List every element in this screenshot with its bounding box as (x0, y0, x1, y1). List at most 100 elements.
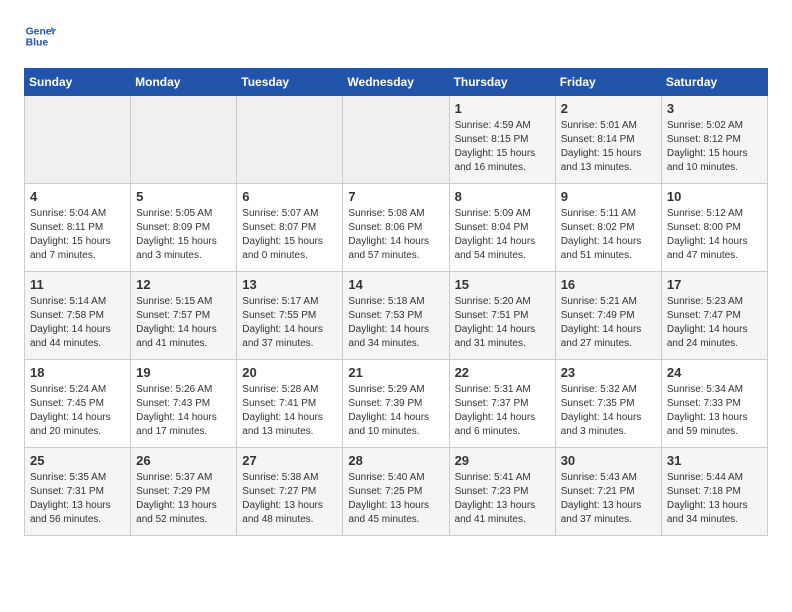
day-info: Sunrise: 5:40 AM Sunset: 7:25 PM Dayligh… (348, 471, 443, 527)
calendar-week-row: 25 Sunrise: 5:35 AM Sunset: 7:31 PM Dayli… (25, 448, 768, 536)
day-info: Sunrise: 5:02 AM Sunset: 8:12 PM Dayligh… (667, 119, 762, 175)
day-number: 12 (136, 277, 231, 292)
day-number: 11 (30, 277, 125, 292)
day-number: 25 (30, 453, 125, 468)
calendar-cell: 21 Sunrise: 5:29 AM Sunset: 7:39 PM Dayli… (343, 360, 449, 448)
calendar-week-row: 18 Sunrise: 5:24 AM Sunset: 7:45 PM Dayli… (25, 360, 768, 448)
calendar-cell (343, 96, 449, 184)
day-info: Sunrise: 5:20 AM Sunset: 7:51 PM Dayligh… (455, 295, 550, 351)
day-info: Sunrise: 5:26 AM Sunset: 7:43 PM Dayligh… (136, 383, 231, 439)
calendar-cell (131, 96, 237, 184)
calendar-cell: 7 Sunrise: 5:08 AM Sunset: 8:06 PM Daylig… (343, 184, 449, 272)
day-info: Sunrise: 5:23 AM Sunset: 7:47 PM Dayligh… (667, 295, 762, 351)
day-number: 4 (30, 189, 125, 204)
calendar-cell: 5 Sunrise: 5:05 AM Sunset: 8:09 PM Daylig… (131, 184, 237, 272)
day-number: 28 (348, 453, 443, 468)
calendar-week-row: 1 Sunrise: 4:59 AM Sunset: 8:15 PM Daylig… (25, 96, 768, 184)
day-number: 7 (348, 189, 443, 204)
day-number: 9 (561, 189, 656, 204)
calendar-cell: 17 Sunrise: 5:23 AM Sunset: 7:47 PM Dayli… (661, 272, 767, 360)
day-info: Sunrise: 5:15 AM Sunset: 7:57 PM Dayligh… (136, 295, 231, 351)
calendar-cell: 30Sunrise: 5:43 AM Sunset: 7:21 PM Dayli… (555, 448, 661, 536)
calendar-cell: 13 Sunrise: 5:17 AM Sunset: 7:55 PM Dayli… (237, 272, 343, 360)
day-info: Sunrise: 5:04 AM Sunset: 8:11 PM Dayligh… (30, 207, 125, 263)
day-info: Sunrise: 5:34 AM Sunset: 7:33 PM Dayligh… (667, 383, 762, 439)
day-info: Sunrise: 5:11 AM Sunset: 8:02 PM Dayligh… (561, 207, 656, 263)
day-number: 24 (667, 365, 762, 380)
logo-icon: General Blue (24, 20, 56, 52)
day-info: Sunrise: 5:24 AM Sunset: 7:45 PM Dayligh… (30, 383, 125, 439)
calendar-cell: 11 Sunrise: 5:14 AM Sunset: 7:58 PM Dayli… (25, 272, 131, 360)
day-info: Sunrise: 5:18 AM Sunset: 7:53 PM Dayligh… (348, 295, 443, 351)
day-number: 26 (136, 453, 231, 468)
calendar-table: SundayMondayTuesdayWednesdayThursdayFrid… (24, 68, 768, 536)
calendar-cell: 19 Sunrise: 5:26 AM Sunset: 7:43 PM Dayli… (131, 360, 237, 448)
day-number: 1 (455, 101, 550, 116)
day-info: Sunrise: 5:38 AM Sunset: 7:27 PM Dayligh… (242, 471, 337, 527)
day-info: Sunrise: 5:41 AM Sunset: 7:23 PM Dayligh… (455, 471, 550, 527)
day-number: 29 (455, 453, 550, 468)
calendar-cell: 15Sunrise: 5:20 AM Sunset: 7:51 PM Dayli… (449, 272, 555, 360)
day-info: Sunrise: 4:59 AM Sunset: 8:15 PM Dayligh… (455, 119, 550, 175)
calendar-week-row: 11 Sunrise: 5:14 AM Sunset: 7:58 PM Dayli… (25, 272, 768, 360)
page-header: General Blue (24, 20, 768, 52)
calendar-cell: 22 Sunrise: 5:31 AM Sunset: 7:37 PM Dayli… (449, 360, 555, 448)
day-number: 31 (667, 453, 762, 468)
calendar-cell: 28 Sunrise: 5:40 AM Sunset: 7:25 PM Dayli… (343, 448, 449, 536)
svg-text:Blue: Blue (26, 38, 49, 49)
calendar-cell: 1 Sunrise: 4:59 AM Sunset: 8:15 PM Daylig… (449, 96, 555, 184)
calendar-cell: 12 Sunrise: 5:15 AM Sunset: 7:57 PM Dayli… (131, 272, 237, 360)
calendar-cell: 31 Sunrise: 5:44 AM Sunset: 7:18 PM Dayli… (661, 448, 767, 536)
day-number: 20 (242, 365, 337, 380)
day-info: Sunrise: 5:08 AM Sunset: 8:06 PM Dayligh… (348, 207, 443, 263)
calendar-cell: 10Sunrise: 5:12 AM Sunset: 8:00 PM Dayli… (661, 184, 767, 272)
day-info: Sunrise: 5:44 AM Sunset: 7:18 PM Dayligh… (667, 471, 762, 527)
day-number: 18 (30, 365, 125, 380)
calendar-cell: 23 Sunrise: 5:32 AM Sunset: 7:35 PM Dayli… (555, 360, 661, 448)
weekday-header: Monday (131, 69, 237, 96)
day-number: 2 (561, 101, 656, 116)
calendar-cell: 2 Sunrise: 5:01 AM Sunset: 8:14 PM Daylig… (555, 96, 661, 184)
day-number: 6 (242, 189, 337, 204)
day-info: Sunrise: 5:05 AM Sunset: 8:09 PM Dayligh… (136, 207, 231, 263)
day-info: Sunrise: 5:14 AM Sunset: 7:58 PM Dayligh… (30, 295, 125, 351)
day-info: Sunrise: 5:29 AM Sunset: 7:39 PM Dayligh… (348, 383, 443, 439)
day-info: Sunrise: 5:32 AM Sunset: 7:35 PM Dayligh… (561, 383, 656, 439)
day-number: 19 (136, 365, 231, 380)
calendar-cell (237, 96, 343, 184)
day-number: 13 (242, 277, 337, 292)
calendar-cell: 14 Sunrise: 5:18 AM Sunset: 7:53 PM Dayli… (343, 272, 449, 360)
day-info: Sunrise: 5:35 AM Sunset: 7:31 PM Dayligh… (30, 471, 125, 527)
calendar-week-row: 4 Sunrise: 5:04 AM Sunset: 8:11 PM Daylig… (25, 184, 768, 272)
calendar-cell: 24 Sunrise: 5:34 AM Sunset: 7:33 PM Dayli… (661, 360, 767, 448)
day-info: Sunrise: 5:12 AM Sunset: 8:00 PM Dayligh… (667, 207, 762, 263)
day-number: 3 (667, 101, 762, 116)
day-number: 30 (561, 453, 656, 468)
day-info: Sunrise: 5:37 AM Sunset: 7:29 PM Dayligh… (136, 471, 231, 527)
day-number: 14 (348, 277, 443, 292)
weekday-header: Sunday (25, 69, 131, 96)
day-number: 5 (136, 189, 231, 204)
calendar-cell (25, 96, 131, 184)
calendar-cell: 20Sunrise: 5:28 AM Sunset: 7:41 PM Dayli… (237, 360, 343, 448)
day-info: Sunrise: 5:31 AM Sunset: 7:37 PM Dayligh… (455, 383, 550, 439)
calendar-cell: 3 Sunrise: 5:02 AM Sunset: 8:12 PM Daylig… (661, 96, 767, 184)
weekday-header: Saturday (661, 69, 767, 96)
calendar-cell: 26 Sunrise: 5:37 AM Sunset: 7:29 PM Dayli… (131, 448, 237, 536)
calendar-cell: 9 Sunrise: 5:11 AM Sunset: 8:02 PM Daylig… (555, 184, 661, 272)
calendar-cell: 4 Sunrise: 5:04 AM Sunset: 8:11 PM Daylig… (25, 184, 131, 272)
day-number: 21 (348, 365, 443, 380)
calendar-cell: 27 Sunrise: 5:38 AM Sunset: 7:27 PM Dayli… (237, 448, 343, 536)
day-info: Sunrise: 5:07 AM Sunset: 8:07 PM Dayligh… (242, 207, 337, 263)
weekday-header: Friday (555, 69, 661, 96)
calendar-cell: 29 Sunrise: 5:41 AM Sunset: 7:23 PM Dayli… (449, 448, 555, 536)
day-number: 27 (242, 453, 337, 468)
calendar-cell: 25 Sunrise: 5:35 AM Sunset: 7:31 PM Dayli… (25, 448, 131, 536)
day-info: Sunrise: 5:17 AM Sunset: 7:55 PM Dayligh… (242, 295, 337, 351)
day-number: 16 (561, 277, 656, 292)
calendar-cell: 6 Sunrise: 5:07 AM Sunset: 8:07 PM Daylig… (237, 184, 343, 272)
day-number: 22 (455, 365, 550, 380)
day-info: Sunrise: 5:01 AM Sunset: 8:14 PM Dayligh… (561, 119, 656, 175)
day-number: 23 (561, 365, 656, 380)
day-number: 17 (667, 277, 762, 292)
